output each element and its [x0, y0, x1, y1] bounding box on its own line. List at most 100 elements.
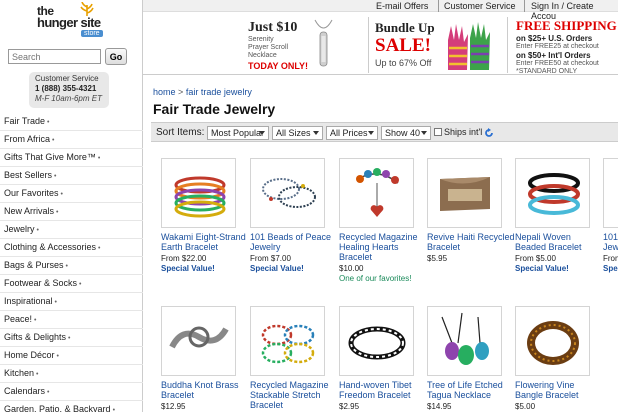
product-price: $12.95: [161, 402, 186, 411]
product-price: From: [603, 254, 618, 263]
bullet-icon: •: [79, 281, 82, 288]
promo1-line1: Serenity: [248, 36, 274, 43]
breadcrumb-home[interactable]: home: [153, 87, 176, 97]
sort-popular-value: Most Popular: [211, 128, 265, 138]
product-image[interactable]: [250, 158, 325, 228]
nav-item[interactable]: Our Favorites •: [0, 185, 143, 203]
nav-item[interactable]: From Africa •: [0, 131, 143, 149]
nav-item[interactable]: Kitchen •: [0, 365, 143, 383]
product-image[interactable]: [515, 158, 590, 228]
sort-sizes-select[interactable]: All Sizes: [272, 126, 323, 140]
nav-item[interactable]: Garden, Patio, & Backyard •: [0, 401, 143, 412]
product-price: $14.95: [427, 402, 452, 411]
product-name[interactable]: Wakami Eight-Strand Earth Bracelet: [161, 232, 249, 252]
sort-prices-select[interactable]: All Prices: [326, 126, 378, 140]
product-name[interactable]: Buddha Knot Brass Bracelet: [161, 380, 249, 400]
product-image[interactable]: [515, 306, 590, 376]
breadcrumb-current[interactable]: fair trade jewelry: [186, 87, 252, 97]
product-name[interactable]: 101 Beads of Peace Jewelry: [250, 232, 338, 252]
promo-necklace[interactable]: Just $10 Serenity Prayer Scroll Necklace…: [248, 20, 308, 71]
nav-item[interactable]: Calendars •: [0, 383, 143, 401]
scroll-necklace-image: [314, 19, 333, 67]
bracelet-image: [174, 176, 226, 218]
product-name[interactable]: Revive Haiti Recycled Bracelet: [427, 232, 515, 252]
customer-service-box[interactable]: Customer Service 1 (888) 355-4321 M-F 10…: [29, 72, 109, 108]
nav-item[interactable]: Fair Trade •: [0, 113, 143, 131]
logo[interactable]: the hunger site store: [37, 2, 105, 40]
nav-item-label: Bags & Purses: [4, 260, 64, 270]
go-button[interactable]: Go: [105, 48, 127, 65]
product-image[interactable]: [603, 158, 618, 228]
product-name[interactable]: Nepali Woven Beaded Bracelet: [515, 232, 603, 252]
product-image[interactable]: [250, 306, 325, 376]
product-image[interactable]: [339, 306, 414, 376]
nav-item-label: Footwear & Socks: [4, 278, 78, 288]
bullet-icon: •: [52, 137, 55, 144]
promo-banner: Just $10 Serenity Prayer Scroll Necklace…: [143, 13, 618, 75]
nav-item[interactable]: New Arrivals •: [0, 203, 143, 221]
product-image[interactable]: [161, 306, 236, 376]
product-image[interactable]: [427, 306, 502, 376]
store-badge: store: [81, 30, 103, 37]
gloves-image: [448, 22, 490, 70]
product-image[interactable]: [339, 158, 414, 228]
cuff-bracelet-image: [440, 177, 490, 211]
breadcrumb: home > fair trade jewelry: [153, 87, 252, 97]
chevron-down-icon: [421, 131, 427, 135]
nav-item-label: Jewelry: [4, 224, 35, 234]
nav-item-label: Kitchen: [4, 368, 35, 378]
product-name[interactable]: 101 Jewe: [603, 232, 618, 252]
product-price: From $7.00: [250, 254, 291, 263]
product-price: From $5.00: [515, 254, 556, 263]
nav-item[interactable]: Footwear & Socks •: [0, 275, 143, 293]
product-price: $10.00: [339, 264, 364, 273]
promo1-line3: Necklace: [248, 52, 277, 59]
beaded-bracelet-image: [528, 173, 580, 215]
promo3-s3: *STANDARD ONLY: [516, 68, 578, 75]
product-name[interactable]: Recycled Magazine Stackable Stretch Brac…: [250, 380, 338, 410]
nav-item[interactable]: Peace! •: [0, 311, 143, 329]
product-name[interactable]: Tree of Life Etched Tagua Necklace: [427, 380, 515, 400]
promo2-sale: SALE!: [375, 35, 431, 56]
stackable-bracelet-image: [261, 324, 315, 364]
promo-free-shipping[interactable]: FREE SHIPPING on $25+ U.S. Orders Enter …: [516, 18, 618, 76]
bullet-icon: •: [97, 155, 101, 162]
sort-show-select[interactable]: Show 40: [381, 126, 431, 140]
nav-item-label: New Arrivals: [4, 206, 55, 216]
nav-item[interactable]: Bags & Purses •: [0, 257, 143, 275]
nav-item[interactable]: Gifts & Delights •: [0, 329, 143, 347]
bullet-icon: •: [36, 371, 39, 378]
nav-item[interactable]: Inspirational •: [0, 293, 143, 311]
product-price: $2.95: [339, 402, 360, 411]
promo2-off: Up to 67% Off: [375, 58, 432, 68]
chevron-down-icon: [368, 131, 374, 135]
nav-item[interactable]: Home Décor •: [0, 347, 143, 365]
promo-divider: [507, 17, 508, 73]
product-name[interactable]: Hand-woven Tibet Freedom Bracelet: [339, 380, 427, 400]
promo-divider: [368, 17, 369, 73]
category-nav: Fair Trade • From Africa • Gifts That Give M…: [0, 113, 143, 412]
ships-intl-toggle[interactable]: Ships int'l: [434, 127, 482, 137]
product-name[interactable]: Flowering Vine Bangle Bracelet: [515, 380, 603, 400]
ships-intl-checkbox[interactable]: [434, 128, 442, 136]
email-offers-link[interactable]: E-mail Offers: [376, 1, 428, 11]
nav-item-label: Inspirational: [4, 296, 53, 306]
product-card[interactable]: 101 Jewe From Spec: [603, 158, 618, 278]
product-name[interactable]: Recycled Magazine Healing Hearts Bracele…: [339, 232, 427, 262]
nav-item[interactable]: Gifts That Give More™ •: [0, 149, 143, 167]
logo-line2: hunger site: [37, 15, 101, 30]
customer-service-link[interactable]: Customer Service: [444, 1, 516, 11]
bullet-icon: •: [47, 389, 50, 396]
cs-title: Customer Service: [35, 74, 99, 83]
product-image[interactable]: [427, 158, 502, 228]
product-image[interactable]: [161, 158, 236, 228]
nav-item[interactable]: Jewelry •: [0, 221, 143, 239]
nav-item[interactable]: Clothing & Accessories •: [0, 239, 143, 257]
nav-item-label: Home Décor: [4, 350, 55, 360]
promo-bundle-up[interactable]: Bundle Up SALE! Up to 67% Off: [375, 20, 435, 68]
search-input[interactable]: [8, 49, 101, 64]
sort-popular-select[interactable]: Most Popular: [207, 126, 269, 140]
refresh-icon[interactable]: [484, 128, 494, 138]
nav-item[interactable]: Best Sellers •: [0, 167, 143, 185]
nav-item-label: Best Sellers: [4, 170, 53, 180]
